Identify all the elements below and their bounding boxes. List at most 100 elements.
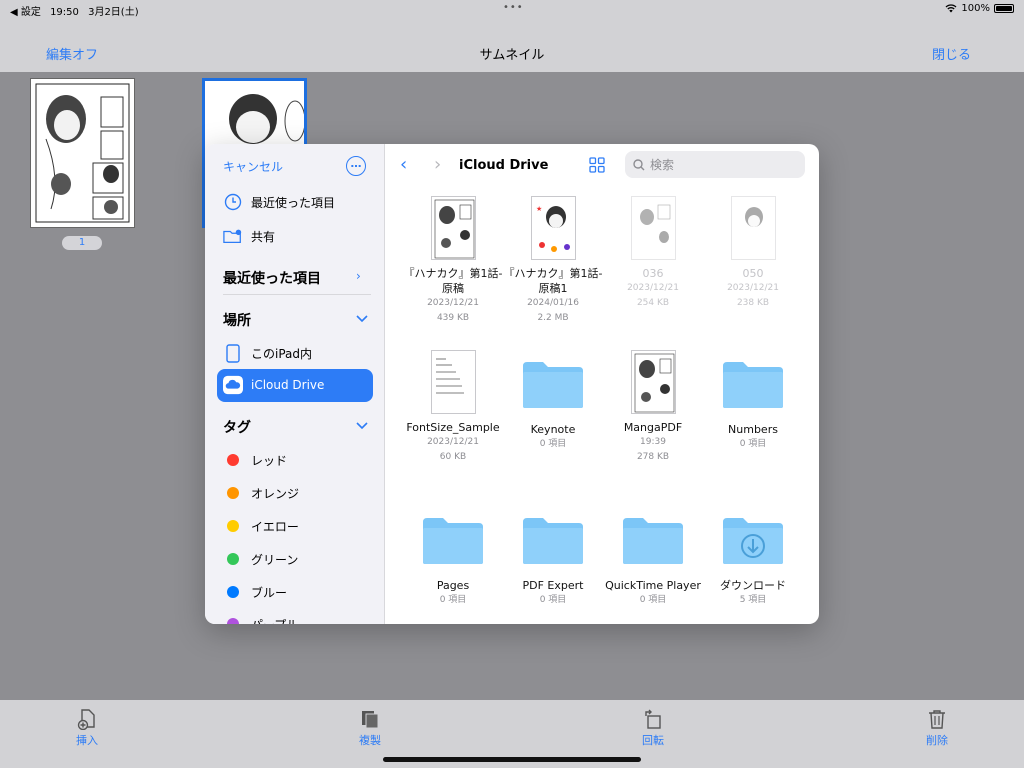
back-chevron-icon[interactable]: ‹ [400, 154, 407, 175]
file-item[interactable]: MangaPDF 19:39 278 KB [603, 350, 703, 465]
delete-button[interactable]: 削除 [907, 708, 967, 748]
document-thumbnail [630, 196, 676, 260]
toolbar-label: 挿入 [76, 734, 98, 747]
tag-dot-icon [227, 454, 239, 466]
close-button[interactable]: 閉じる [932, 44, 971, 63]
tag-dot-icon [227, 618, 239, 624]
toolbar-label: 削除 [926, 734, 948, 747]
file-date: 2023/12/21 [727, 283, 779, 293]
folder-item[interactable]: Keynote 0 項目 [503, 350, 603, 452]
cancel-button[interactable]: キャンセル [223, 158, 283, 175]
duplicate-icon [362, 711, 379, 729]
file-size: 278 KB [636, 452, 670, 462]
sidebar-tag-blue[interactable]: ブルー [223, 580, 287, 604]
rotate-button[interactable]: 回転 [623, 708, 683, 748]
folder-name: Keynote [530, 423, 576, 436]
file-item[interactable]: ★ 『ハナカク』第1話-原稿1 2024/01/16 2.2 MB [503, 196, 603, 326]
document-thumbnail [430, 350, 476, 414]
rotate-icon [645, 709, 661, 729]
duplicate-button[interactable]: 複製 [340, 708, 400, 748]
sidebar-item-shared[interactable]: 共有 [223, 224, 275, 248]
document-thumbnail [430, 196, 476, 260]
tag-dot-icon [227, 586, 239, 598]
sidebar-tag-green[interactable]: グリーン [223, 547, 298, 571]
search-field[interactable]: 検索 [625, 151, 805, 178]
folder-icon [523, 362, 583, 408]
file-item[interactable]: 『ハナカク』第1話-原稿 2023/12/21 439 KB [403, 196, 503, 326]
status-date: 3月2日(土) [88, 7, 139, 18]
tag-dot-icon [227, 520, 239, 532]
location-title: iCloud Drive [459, 158, 549, 173]
sidebar-item-icloud-drive[interactable]: iCloud Drive [223, 373, 324, 397]
folder-item[interactable]: PDF Expert 0 項目 [503, 506, 603, 608]
file-item-disabled: 036 2023/12/21 254 KB [603, 196, 703, 311]
file-date: 19:39 [640, 437, 666, 447]
more-options-icon[interactable]: … [346, 156, 366, 176]
sidebar-tag-red[interactable]: レッド [223, 448, 287, 472]
status-time: 19:50 [50, 7, 79, 18]
chevron-right-icon[interactable]: › [356, 269, 361, 283]
file-size: 60 KB [439, 452, 467, 462]
folder-icon [423, 518, 483, 564]
chevron-down-icon[interactable] [356, 315, 368, 323]
toolbar-label: 回転 [642, 734, 664, 747]
back-to-app-link[interactable]: ◀ 設定 [10, 7, 41, 18]
status-left: ◀ 設定 19:50 3月2日(土) [10, 3, 139, 18]
top-bar: ◀ 設定 19:50 3月2日(土) ••• 100% サムネイル 編集オフ 閉… [0, 0, 1024, 72]
folder-count: 0 項目 [439, 595, 467, 605]
manga-page-illustration [35, 83, 130, 223]
sidebar-item-recents[interactable]: 最近使った項目 [223, 190, 335, 214]
sidebar-item-label: 最近使った項目 [251, 195, 336, 210]
sidebar-tag-orange[interactable]: オレンジ [223, 481, 299, 505]
ipad-icon [226, 343, 240, 363]
tag-dot-icon [227, 553, 239, 565]
insert-page-icon [77, 709, 95, 730]
trash-icon [929, 710, 945, 729]
section-tags[interactable]: タグ [223, 417, 251, 437]
document-picker: キャンセル … 最近使った項目 共有 最近使った項目 › 場所 このiPad内 … [205, 144, 819, 624]
home-indicator[interactable] [383, 757, 641, 762]
file-date: 2023/12/21 [427, 437, 479, 447]
folder-count: 0 項目 [739, 439, 767, 449]
sidebar-item-label: iCloud Drive [251, 378, 325, 392]
folder-item[interactable]: Pages 0 項目 [403, 506, 503, 608]
insert-button[interactable]: 挿入 [57, 708, 117, 748]
sidebar-item-on-ipad[interactable]: このiPad内 [223, 341, 312, 365]
folder-count: 0 項目 [539, 595, 567, 605]
file-name: FontSize_Sample [406, 421, 500, 434]
sidebar-item-label: イエロー [251, 519, 299, 534]
page-number-badge: 1 [62, 236, 102, 250]
file-size: 439 KB [436, 313, 470, 323]
clock-icon [224, 193, 242, 211]
svg-text:★: ★ [536, 205, 542, 213]
file-size: 238 KB [736, 298, 770, 308]
sidebar-tag-yellow[interactable]: イエロー [223, 514, 299, 538]
sidebar-tag-purple[interactable]: パープル [223, 612, 298, 624]
wifi-icon [945, 4, 957, 13]
folder-name: Numbers [728, 423, 778, 436]
file-item[interactable]: FontSize_Sample 2023/12/21 60 KB [403, 350, 503, 465]
picker-content: ‹ › iCloud Drive 検索 『ハナカク』第1話-原稿 2023/12… [386, 144, 819, 624]
section-recent-items[interactable]: 最近使った項目 [223, 268, 321, 288]
page-title: サムネイル [479, 48, 545, 63]
edit-off-button[interactable]: 編集オフ [46, 44, 98, 63]
status-right: 100% [945, 3, 1014, 14]
download-folder-icon [723, 518, 783, 564]
file-size: 254 KB [636, 298, 670, 308]
file-name: 050 [742, 267, 764, 280]
folder-count: 0 項目 [639, 595, 667, 605]
sidebar-item-label: ブルー [251, 585, 288, 600]
sidebar-item-label: 共有 [251, 229, 276, 244]
section-locations[interactable]: 場所 [223, 310, 251, 330]
page-thumbnail[interactable] [30, 78, 135, 228]
file-item-disabled: 050 2023/12/21 238 KB [703, 196, 803, 311]
chevron-down-icon[interactable] [356, 422, 368, 430]
folder-item[interactable]: ダウンロード 5 項目 [703, 506, 803, 608]
forward-chevron-icon[interactable]: › [434, 154, 441, 175]
multitasking-dots-icon[interactable]: ••• [503, 2, 524, 13]
sidebar-item-label: このiPad内 [251, 346, 313, 361]
picker-sidebar: キャンセル … 最近使った項目 共有 最近使った項目 › 場所 このiPad内 … [205, 144, 385, 624]
folder-item[interactable]: QuickTime Player 0 項目 [603, 506, 703, 608]
folder-item[interactable]: Numbers 0 項目 [703, 350, 803, 452]
grid-view-icon[interactable] [589, 157, 605, 173]
